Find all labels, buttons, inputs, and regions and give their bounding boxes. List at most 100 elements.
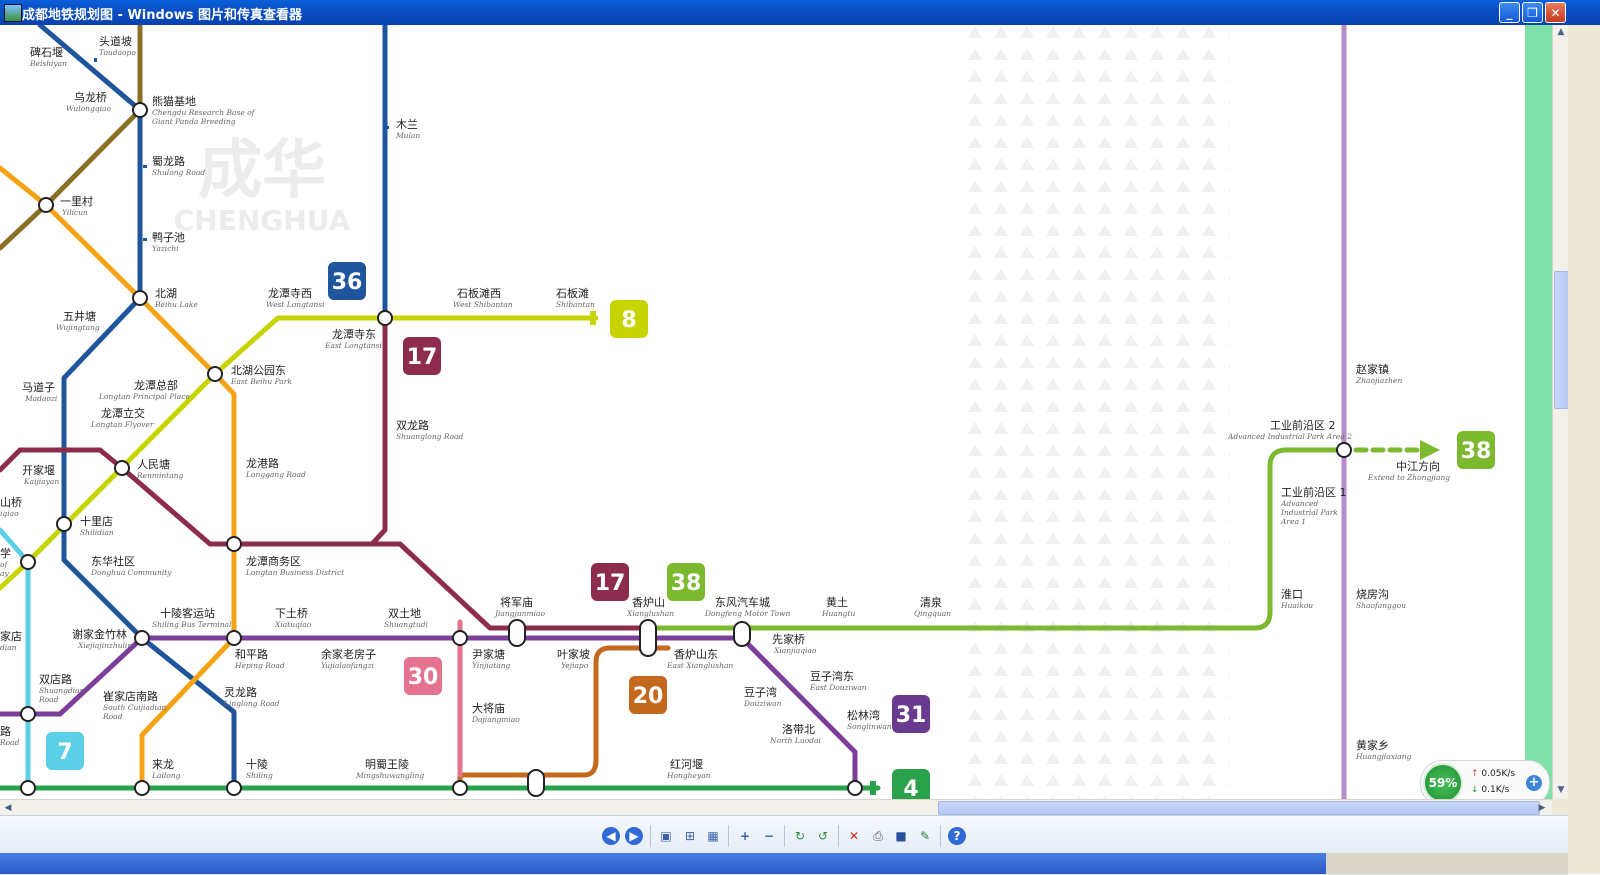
help-icon[interactable]: ? (948, 827, 966, 845)
next-image-icon[interactable]: ▶ (625, 827, 643, 845)
station-label-cn: 明蜀王陵 (365, 758, 409, 771)
download-arrow-icon: ↓ (1471, 785, 1479, 795)
station-label-en: Road (102, 712, 123, 721)
station-label-cn: 路 (0, 725, 11, 738)
station-label-en: Industrial Park (1280, 508, 1338, 517)
station-label-en: Mingshuwangling (355, 771, 424, 780)
station-label-en: Jiangjunmiao (493, 609, 545, 618)
station-label-en: ay (0, 569, 9, 578)
station-label-cn: 红河堰 (670, 758, 703, 771)
station-label-en: Dajiangmiao (471, 715, 520, 724)
rotate-clockwise-icon[interactable]: ↻ (791, 827, 809, 845)
toolbar-separator (838, 825, 839, 847)
edit-icon[interactable]: ✎ (916, 827, 934, 845)
station-line4-west (20, 780, 36, 796)
toolbar-separator (940, 825, 941, 847)
station-label-cn: 五井塘 (63, 309, 96, 323)
station-tick (94, 58, 97, 62)
station-label-en: Road (0, 738, 20, 747)
slideshow-icon[interactable]: ▦ (704, 827, 722, 845)
station-label-en: Shuanglong Road (396, 432, 463, 441)
delete-icon[interactable]: ✕ (845, 827, 863, 845)
zoom-out-icon[interactable]: − (760, 827, 778, 845)
minimize-button[interactable]: _ (1499, 2, 1520, 23)
station-label-cn: 大将庙 (472, 701, 505, 715)
station-label-cn: 龙潭商务区 (246, 554, 301, 568)
scroll-up-icon[interactable]: ▲ (1553, 25, 1569, 39)
badge-30-label: 30 (408, 665, 439, 690)
station-dongfengqiche (733, 621, 751, 647)
station-label-cn: 学 (0, 546, 11, 560)
restore-button[interactable]: ❐ (1522, 2, 1543, 23)
station-label-en: Lailong (151, 771, 181, 780)
station-label-cn: 熊猫基地 (152, 94, 196, 108)
station-label-en: Beishiyan (29, 59, 67, 68)
download-speed: ↓ 0.1K/s (1471, 785, 1509, 795)
station-label-cn: 来龙 (152, 758, 174, 771)
station-label-en: iqiao (0, 509, 19, 518)
station-label-en: Area 1 (1280, 517, 1306, 526)
station-tick (385, 126, 389, 129)
station-label-cn: 龙潭总部 (134, 378, 178, 392)
expand-widget-button[interactable]: + (1526, 775, 1542, 791)
scroll-right-icon[interactable]: ▶ (1534, 801, 1550, 815)
badge-20-label: 20 (633, 684, 664, 709)
vertical-scrollbar[interactable]: ▲ ▼ (1552, 25, 1569, 799)
station-shilidian (56, 516, 72, 532)
prev-image-icon[interactable]: ◀ (602, 827, 620, 845)
station-label-en: Shuangdian (39, 686, 85, 695)
station-label-en: East Longtansi (324, 341, 382, 350)
station-label-en: Shulong Road (152, 168, 205, 177)
station-songlinwan-south (847, 780, 863, 796)
badge-17b-label: 17 (595, 571, 626, 596)
actual-size-icon[interactable]: ⊞ (681, 827, 699, 845)
station-label-cn: 和平路 (235, 648, 268, 661)
close-button[interactable]: ✕ (1545, 2, 1566, 23)
station-label-cn: 东华社区 (91, 554, 135, 568)
station-label-en: East Douziwan (809, 683, 867, 692)
best-fit-icon[interactable]: ▣ (657, 827, 675, 845)
taskbar-strip (0, 853, 1568, 874)
scroll-down-icon[interactable]: ▼ (1553, 783, 1569, 797)
vertical-scroll-thumb[interactable] (1554, 271, 1569, 409)
district-watermark-cn: 成华 (198, 134, 326, 208)
toolbar-separator (650, 825, 651, 847)
station-label-cn: 将军庙 (500, 595, 533, 609)
badge-7-label: 7 (57, 740, 72, 765)
station-label-cn: 双土地 (388, 607, 421, 620)
horizontal-scrollbar[interactable]: ◀ ▶ (0, 799, 1552, 816)
station-panda (132, 102, 148, 118)
scroll-left-icon[interactable]: ◀ (0, 801, 16, 815)
save-icon[interactable]: ■ (892, 827, 910, 845)
station-label-en: Madaozi (24, 394, 58, 403)
station-label-en: Mulan (395, 131, 420, 140)
station-label-en: Road (38, 695, 59, 704)
station-label-cn: 黄家乡 (1356, 738, 1389, 752)
upload-speed: ↑ 0.05K/s (1471, 769, 1515, 779)
station-label-cn: 乌龙桥 (74, 90, 107, 104)
station-label-cn: 香炉山东 (674, 648, 718, 661)
station-label-cn: 崔家店南路 (103, 689, 158, 703)
station-label-en: Xianglushan (626, 609, 674, 618)
station-label-cn: 龙潭寺东 (332, 328, 376, 341)
district-watermark-en: CHENGHUA (174, 204, 351, 237)
station-label-en: Yujialaofangzi (321, 661, 375, 670)
print-icon[interactable]: ⎙ (869, 827, 887, 845)
taskbar-tray (1326, 853, 1568, 874)
horizontal-scroll-thumb[interactable] (938, 801, 1540, 815)
window-title: 成都地铁规划图 - Windows 图片和传真查看器 (22, 8, 303, 23)
station-label-cn: 木兰 (396, 118, 418, 131)
station-label-en: Songlinwan (847, 722, 892, 731)
network-monitor-widget[interactable]: 59% ↑ 0.05K/s ↓ 0.1K/s + (1420, 760, 1550, 799)
station-label-en: Heping Road (234, 661, 285, 670)
rotate-counterclockwise-icon[interactable]: ↺ (814, 827, 832, 845)
station-label-cn: 十陵 (246, 757, 268, 771)
upload-speed-value: 0.05K/s (1481, 769, 1516, 779)
zoom-in-icon[interactable]: + (736, 827, 754, 845)
station-label-cn: 清泉 (920, 595, 942, 609)
station-label-cn: 工业前沿区 1 (1281, 485, 1347, 499)
image-viewport[interactable]: 成华 CHENGHUA 36 8 17 17 38 38 30 20 31 7 … (0, 25, 1552, 799)
station-label-en: Yejiapo (561, 661, 589, 670)
station-label-cn: 先家桥 (772, 632, 805, 646)
badge-8-label: 8 (621, 308, 636, 333)
